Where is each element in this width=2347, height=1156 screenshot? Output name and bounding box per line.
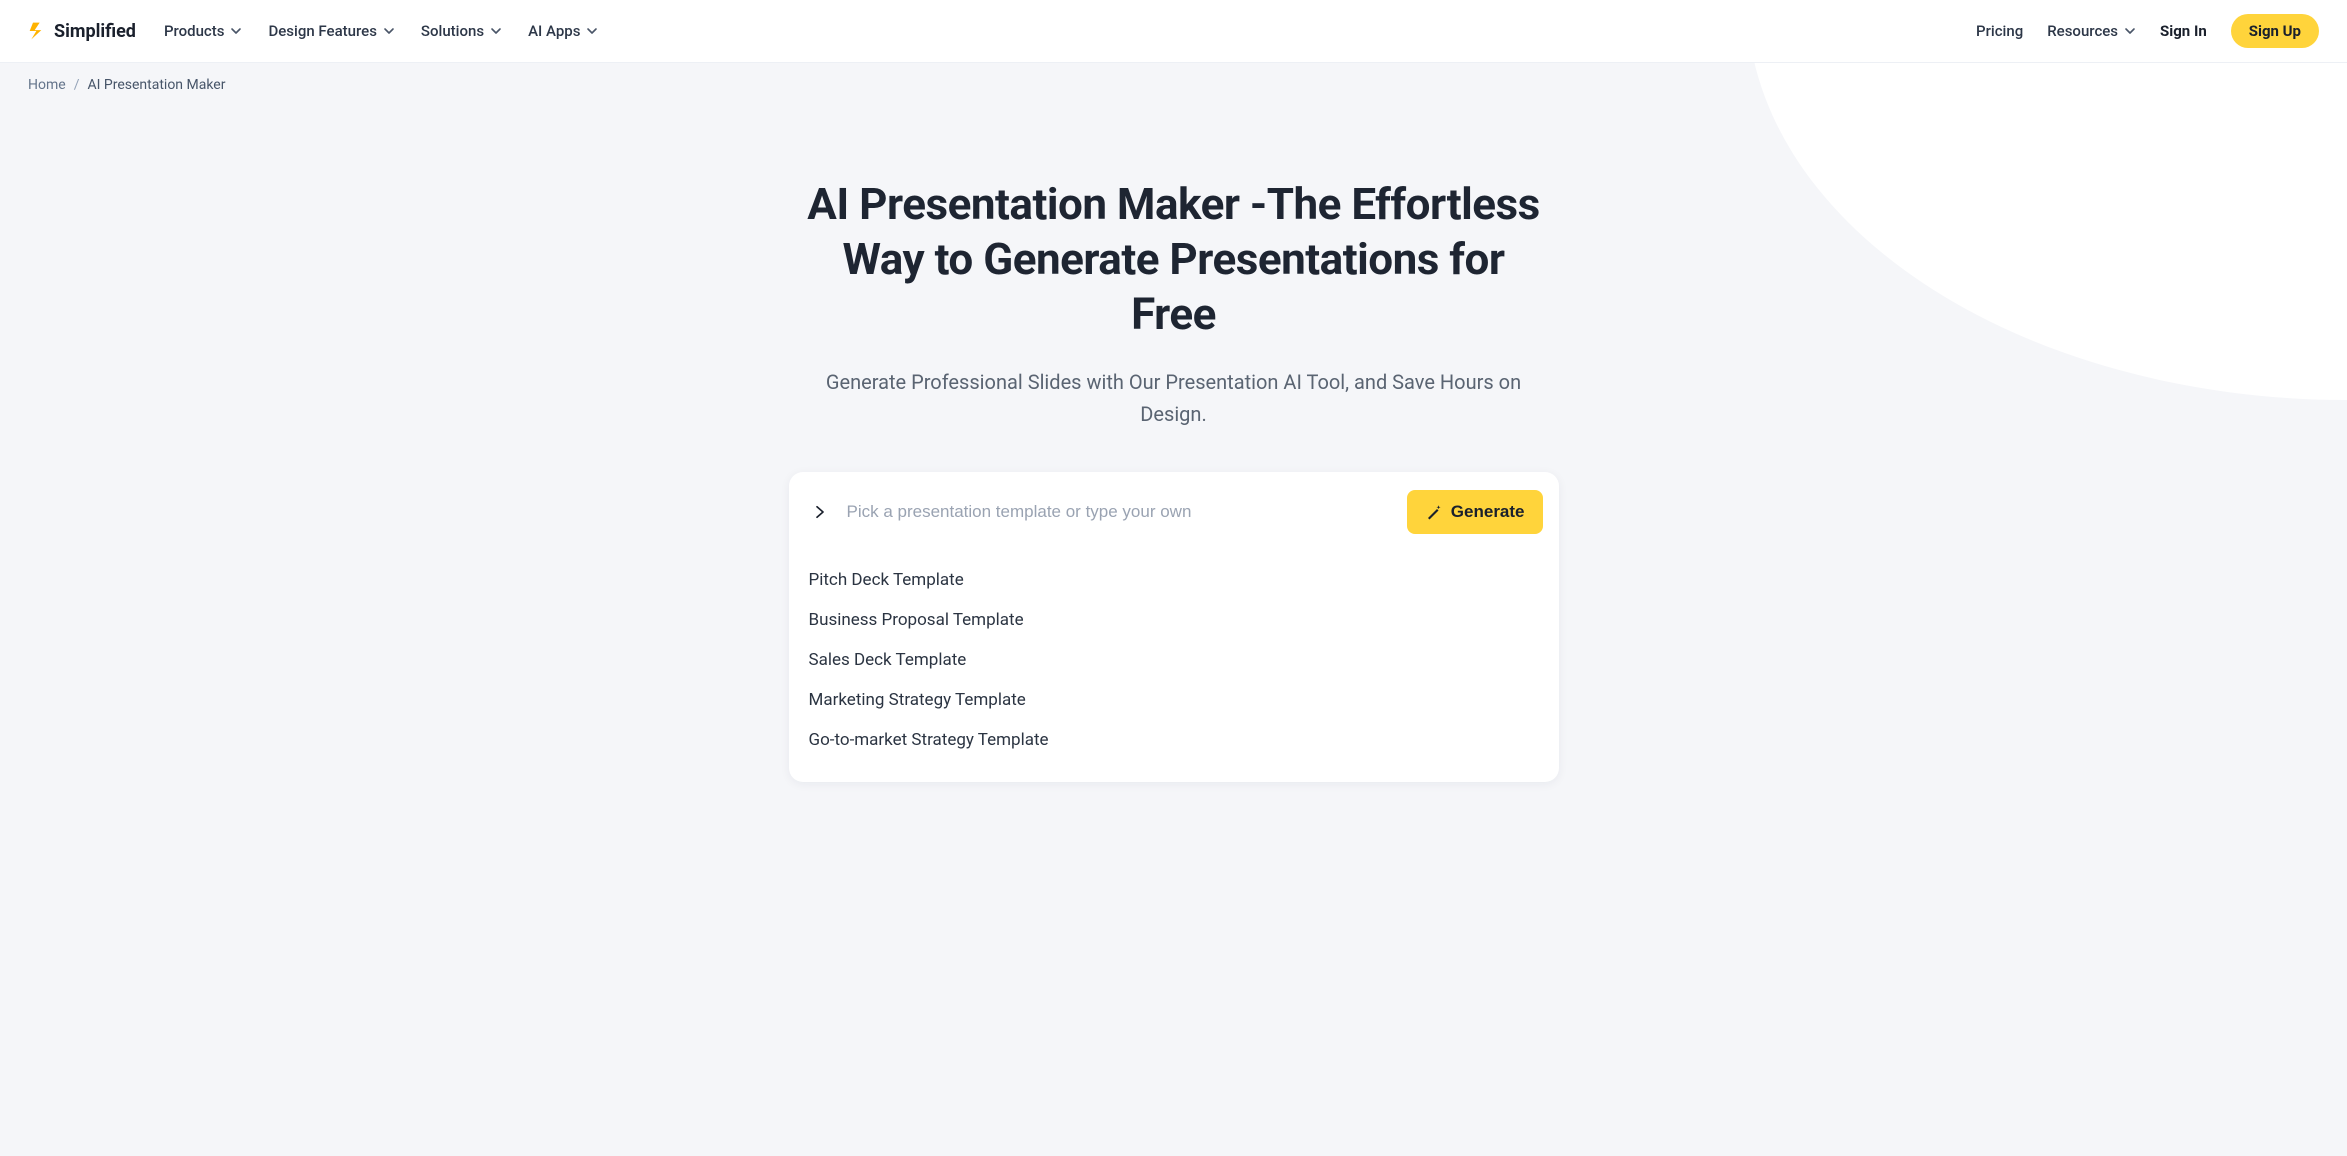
wand-icon <box>1425 503 1443 521</box>
template-item[interactable]: Business Proposal Template <box>805 600 1543 640</box>
template-item[interactable]: Marketing Strategy Template <box>805 680 1543 720</box>
header-right: Pricing Resources Sign In Sign Up <box>1976 14 2319 48</box>
page-subtitle: Generate Professional Slides with Our Pr… <box>804 366 1544 430</box>
chevron-down-icon <box>230 25 242 37</box>
page-title: AI Presentation Maker -The Effortless Wa… <box>804 177 1544 342</box>
nav-products[interactable]: Products <box>164 22 243 40</box>
nav-pricing[interactable]: Pricing <box>1976 22 2023 40</box>
logo[interactable]: Simplified <box>28 21 136 42</box>
prompt-card: Generate Pitch Deck Template Business Pr… <box>789 472 1559 782</box>
template-item[interactable]: Go-to-market Strategy Template <box>805 720 1543 760</box>
breadcrumb-current: AI Presentation Maker <box>87 77 225 93</box>
sign-up-button[interactable]: Sign Up <box>2231 14 2319 48</box>
nav-solutions[interactable]: Solutions <box>421 22 502 40</box>
generate-label: Generate <box>1451 502 1525 522</box>
nav-label: AI Apps <box>528 22 580 40</box>
chevron-down-icon <box>2124 25 2136 37</box>
prompt-input[interactable] <box>843 492 1395 532</box>
chevron-down-icon <box>586 25 598 37</box>
breadcrumb-sep: / <box>74 77 80 93</box>
breadcrumb-home[interactable]: Home <box>28 77 66 93</box>
logo-mark-icon <box>28 21 48 41</box>
nav-label: Resources <box>2047 22 2118 40</box>
header-left: Simplified Products Design Features Solu… <box>28 21 598 42</box>
nav-label: Design Features <box>268 22 376 40</box>
nav-label: Products <box>164 22 225 40</box>
hero: AI Presentation Maker -The Effortless Wa… <box>784 177 1564 430</box>
chevron-down-icon <box>383 25 395 37</box>
chevron-right-icon <box>809 501 831 523</box>
header: Simplified Products Design Features Solu… <box>0 0 2347 63</box>
prompt-row: Generate <box>805 490 1543 534</box>
nav-label: Solutions <box>421 22 484 40</box>
template-item[interactable]: Pitch Deck Template <box>805 560 1543 600</box>
breadcrumb: Home / AI Presentation Maker <box>0 63 2347 107</box>
nav-design-features[interactable]: Design Features <box>268 22 394 40</box>
main-nav: Products Design Features Solutions AI Ap… <box>164 22 598 40</box>
nav-resources[interactable]: Resources <box>2047 22 2136 40</box>
chevron-down-icon <box>490 25 502 37</box>
sign-in-link[interactable]: Sign In <box>2160 22 2207 40</box>
generate-button[interactable]: Generate <box>1407 490 1543 534</box>
logo-text: Simplified <box>54 21 136 42</box>
template-item[interactable]: Sales Deck Template <box>805 640 1543 680</box>
nav-ai-apps[interactable]: AI Apps <box>528 22 598 40</box>
template-list: Pitch Deck Template Business Proposal Te… <box>805 560 1543 760</box>
